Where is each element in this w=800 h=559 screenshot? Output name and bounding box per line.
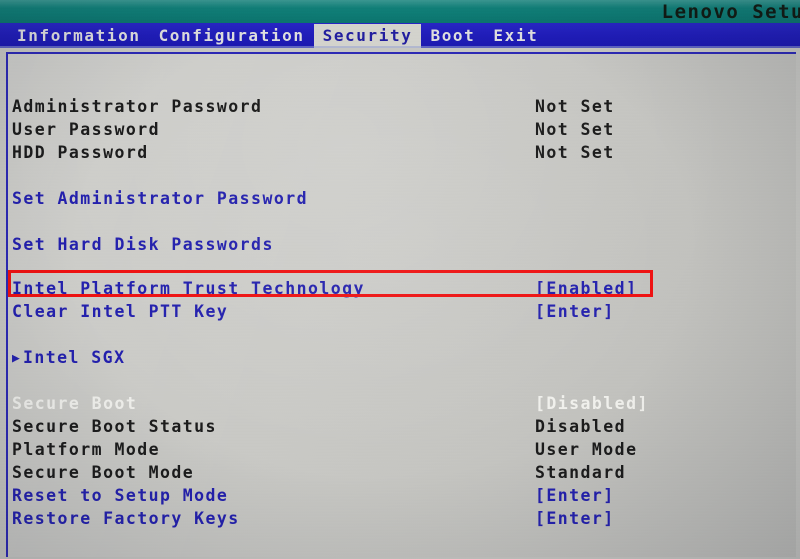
setting-value-control[interactable]: [Enabled] (535, 276, 637, 301)
submenu-arrow-icon: ▶ (12, 351, 22, 366)
setting-label: Clear Intel PTT Key (12, 302, 229, 321)
title-bar: Lenovo Setu (0, 0, 800, 23)
setting-label: Intel Platform Trust Technology (12, 279, 365, 298)
setting-label-text: Intel SGX (23, 348, 126, 367)
tab-information[interactable]: Information (8, 24, 150, 48)
settings-panel-surface: Administrator Password Not Set User Passwo… (8, 54, 796, 557)
setting-row-clear-intel-ptt-key[interactable]: Clear Intel PTT Key [Enter] (8, 299, 796, 324)
setting-row-set-administrator-password[interactable]: Set Administrator Password (8, 186, 796, 211)
setting-label: ▶ Intel SGX (12, 345, 125, 372)
setting-value: Disabled (535, 417, 627, 436)
setting-row-reset-to-setup-mode[interactable]: Reset to Setup Mode [Enter] (8, 483, 796, 508)
setting-row-administrator-password: Administrator Password Not Set (8, 94, 796, 119)
setting-row-restore-factory-keys[interactable]: Restore Factory Keys [Enter] (8, 506, 796, 531)
setting-label: Secure Boot Mode (12, 463, 195, 482)
setting-label: Secure Boot (12, 394, 138, 413)
setting-row-intel-platform-trust-technology[interactable]: Intel Platform Trust Technology [Enabled] (8, 276, 796, 301)
setting-label: Reset to Setup Mode (12, 486, 229, 505)
setting-label: Set Administrator Password (12, 189, 308, 208)
tab-exit[interactable]: Exit (484, 24, 547, 48)
setting-row-hdd-password: HDD Password Not Set (8, 140, 796, 165)
setting-value-control[interactable]: [Disabled] (535, 391, 649, 416)
setting-label: Secure Boot Status (12, 417, 217, 436)
settings-panel: Administrator Password Not Set User Passwo… (6, 52, 796, 557)
setting-label: Restore Factory Keys (12, 509, 240, 528)
setting-row-secure-boot-status: Secure Boot Status Disabled (8, 414, 796, 439)
setting-row-set-hard-disk-passwords[interactable]: Set Hard Disk Passwords (8, 232, 796, 257)
menu-bar-underline (0, 46, 800, 48)
setting-row-secure-boot-mode: Secure Boot Mode Standard (8, 460, 796, 485)
setting-value-control[interactable]: [Enter] (535, 299, 615, 324)
tab-boot[interactable]: Boot (421, 24, 484, 48)
setting-label: HDD Password (12, 143, 149, 162)
tab-configuration[interactable]: Configuration (150, 24, 314, 48)
menu-bar: Information Configuration Security Boot Exit (0, 23, 800, 48)
setting-value: Not Set (535, 143, 615, 162)
setting-label: Platform Mode (12, 440, 160, 459)
setting-label: Set Hard Disk Passwords (12, 235, 274, 254)
setting-value: User Mode (535, 440, 638, 459)
setting-row-platform-mode: Platform Mode User Mode (8, 437, 796, 462)
bios-setup-screen: Lenovo Setu Information Configuration Secu… (0, 0, 800, 559)
setting-row-secure-boot[interactable]: Secure Boot [Disabled] (8, 391, 796, 416)
setting-label: User Password (12, 120, 160, 139)
page-title: Lenovo Setu (661, 1, 800, 23)
setting-value-control[interactable]: [Enter] (535, 483, 615, 508)
setting-label: Administrator Password (12, 97, 263, 116)
setting-value: Not Set (535, 120, 615, 139)
tab-security[interactable]: Security (313, 23, 422, 48)
setting-value: Standard (535, 463, 627, 482)
setting-value-control[interactable]: [Enter] (535, 506, 615, 531)
setting-value: Not Set (535, 97, 615, 116)
menu-bar-items: Information Configuration Security Boot Exit (8, 23, 547, 48)
setting-row-intel-sgx[interactable]: ▶ Intel SGX (8, 345, 796, 370)
setting-row-user-password: User Password Not Set (8, 117, 796, 142)
